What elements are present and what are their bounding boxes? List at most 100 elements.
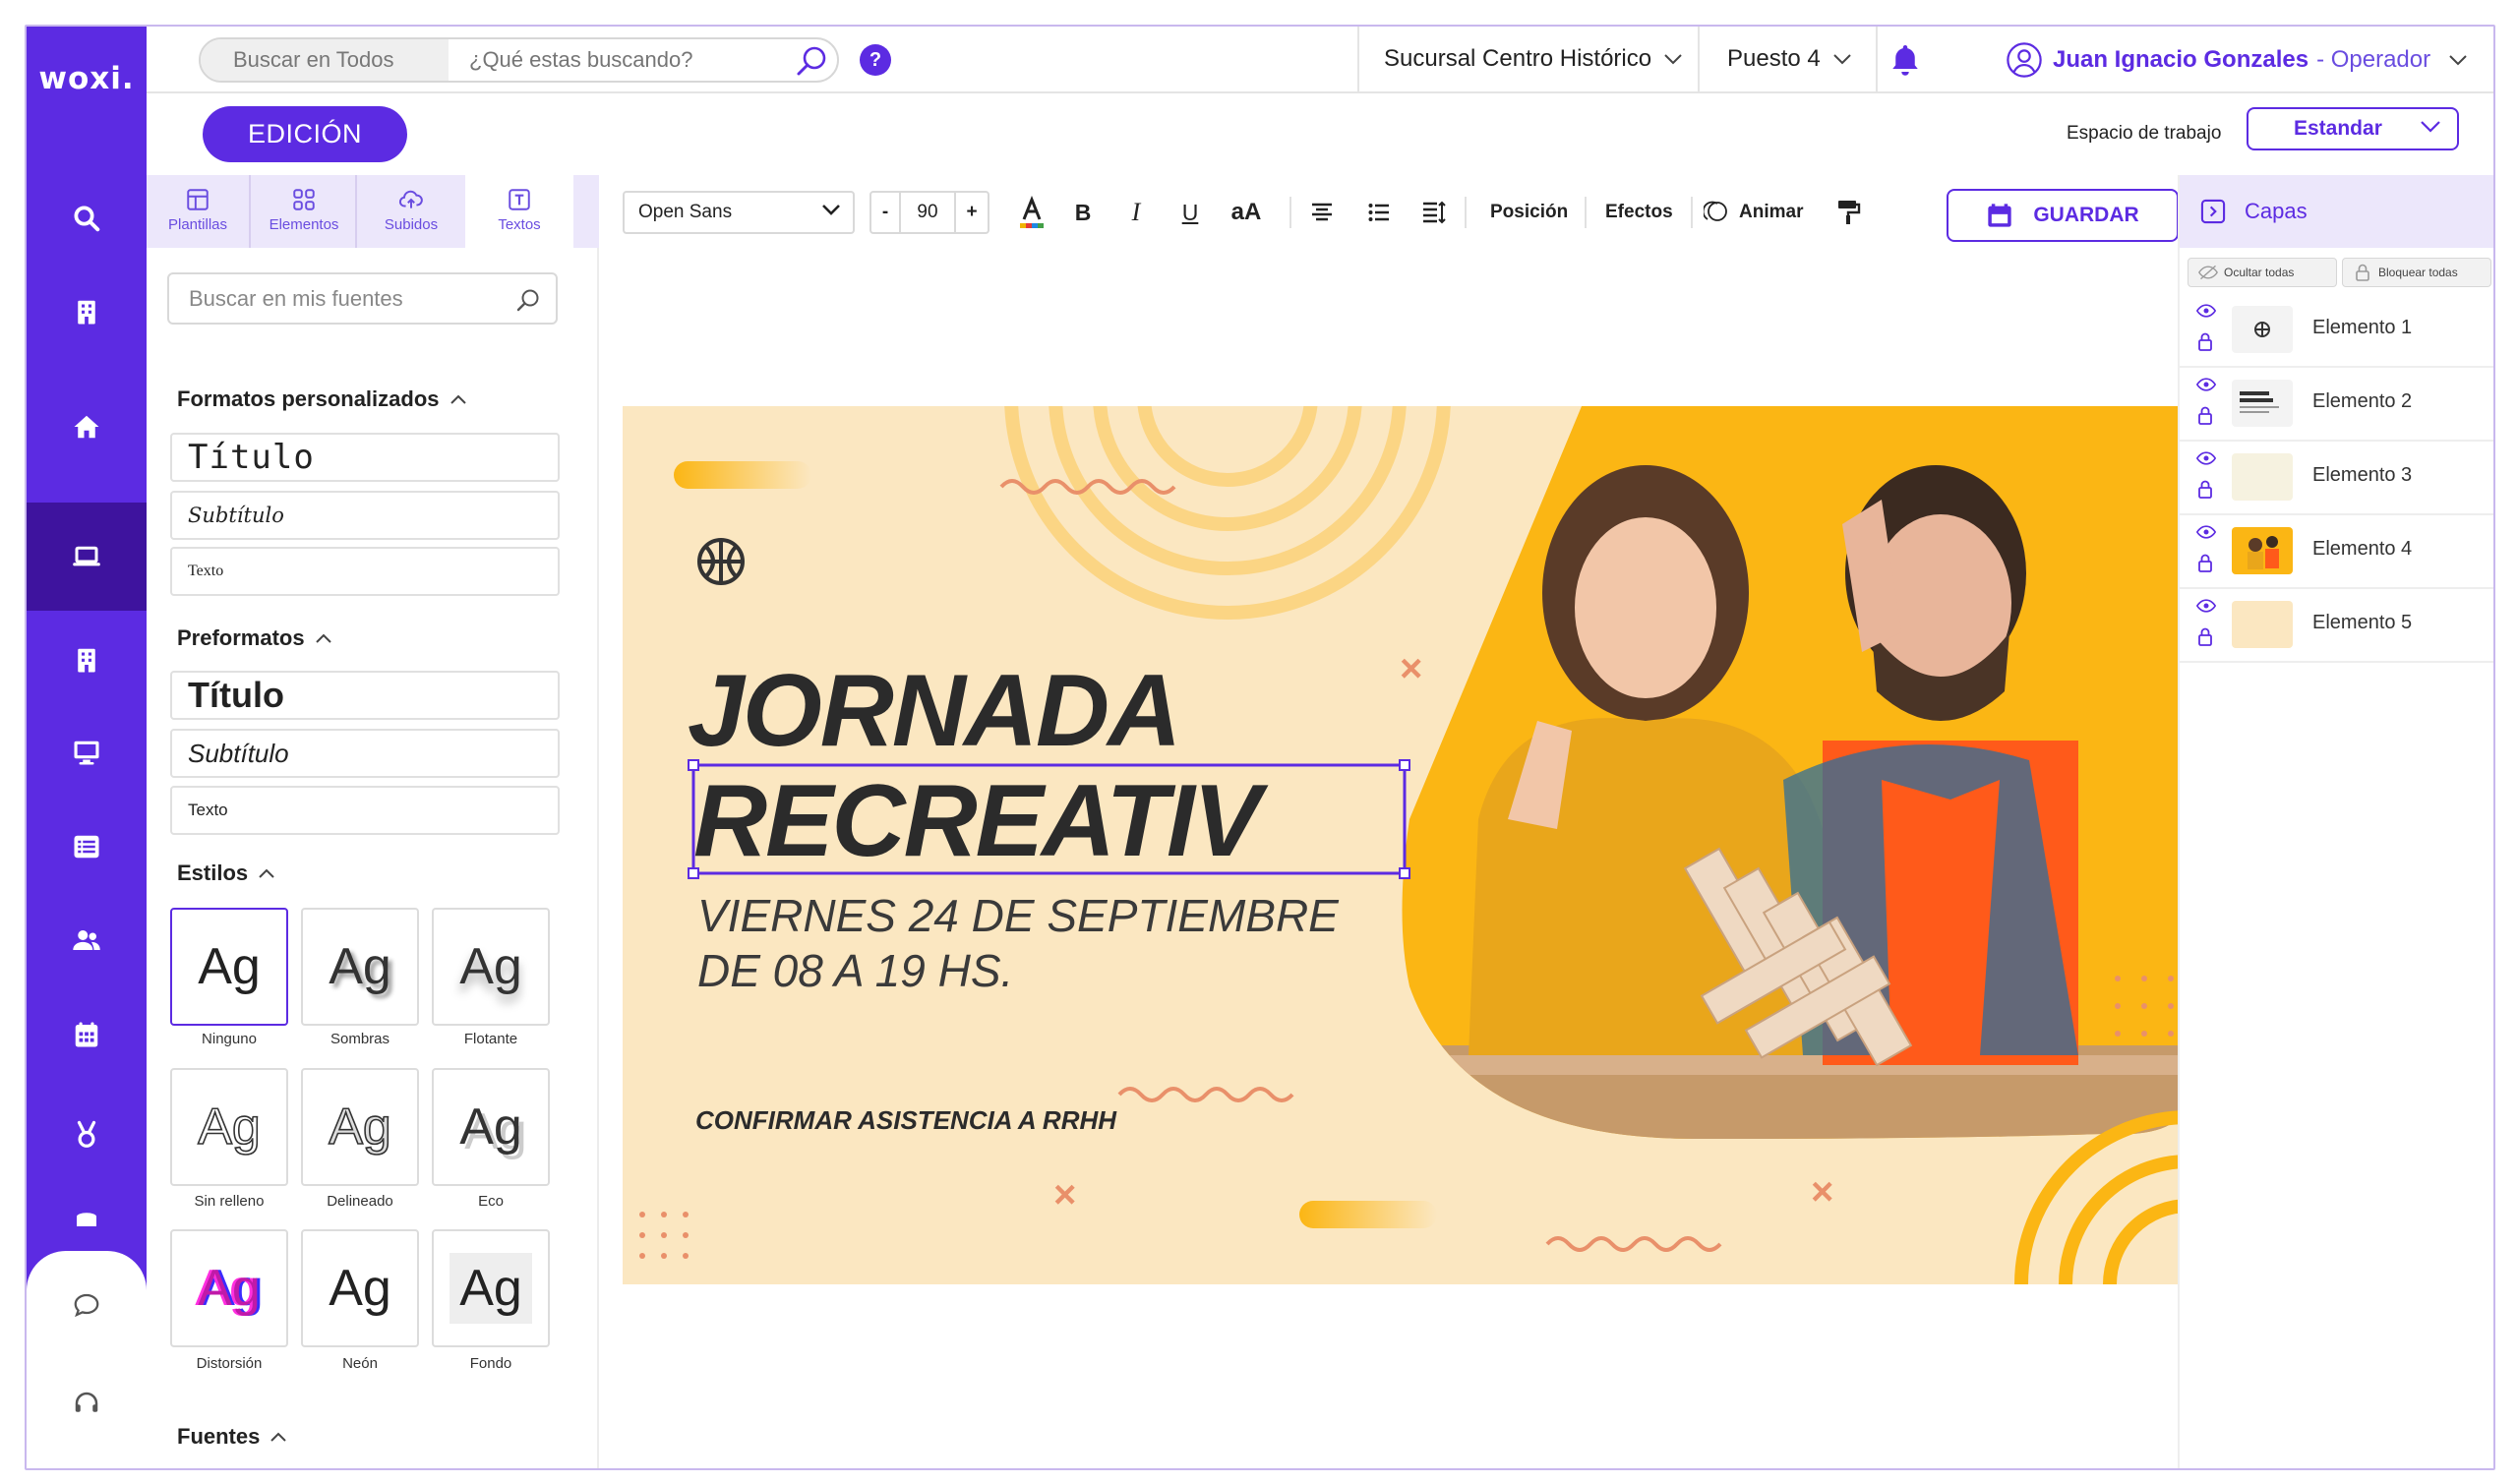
preformats-header[interactable]: Preformatos [177, 625, 332, 651]
style-sample: Ag [329, 1260, 391, 1317]
custom-formats-header[interactable]: Formatos personalizados [177, 386, 467, 412]
nav-calendar[interactable] [27, 980, 147, 1089]
style-sample: Ag [328, 1098, 391, 1157]
font-search-input[interactable]: Buscar en mis fuentes [167, 272, 558, 325]
font-size-increase[interactable]: + [956, 193, 988, 232]
medal-icon [77, 1120, 96, 1148]
lock-all-button[interactable]: Bloquear todas [2342, 258, 2491, 287]
hide-all-button[interactable]: Ocultar todas [2188, 258, 2337, 287]
calendar-icon [75, 1022, 98, 1047]
style-distortion[interactable]: Ag [170, 1229, 288, 1347]
chevron-down-icon [1833, 54, 1851, 65]
style-shadow[interactable]: Ag [301, 908, 419, 1026]
workspace-select[interactable]: Estandar [2247, 107, 2459, 150]
underline-button[interactable]: U [1175, 191, 1205, 234]
custom-subtitle-format[interactable]: Subtítulo [170, 491, 560, 540]
layers-header[interactable]: Capas [2180, 175, 2493, 248]
style-background[interactable]: Ag [432, 1229, 550, 1347]
layer-row[interactable]: Elemento 5 [2180, 589, 2493, 663]
style-neon[interactable]: Ag [301, 1229, 419, 1347]
lock-icon[interactable] [2197, 405, 2213, 425]
tab-texts[interactable]: Textos [465, 175, 573, 248]
pre-subtitle-format[interactable]: Subtítulo [170, 729, 560, 778]
nav-lists[interactable] [27, 793, 147, 901]
list-button[interactable] [1364, 191, 1394, 234]
search-scope-select[interactable]: Buscar en Todos [201, 39, 449, 81]
italic-button[interactable]: I [1121, 191, 1151, 234]
tab-templates[interactable]: Plantillas [147, 175, 251, 248]
pre-title-format[interactable]: Título [170, 671, 560, 720]
nav-screens[interactable] [27, 698, 147, 806]
layer-row[interactable]: Elemento 4 [2180, 515, 2493, 589]
lock-icon[interactable] [2197, 331, 2213, 351]
layer-row[interactable]: Elemento 1 [2180, 294, 2493, 368]
design-canvas[interactable]: × × × JORNADA RECREATIV VIERNES 24 DE SE… [623, 406, 2188, 1284]
panel-collapse-icon [2200, 199, 2226, 224]
fonts-header[interactable]: Fuentes [177, 1424, 287, 1450]
tab-uploads[interactable]: Subidos [359, 175, 463, 248]
nav-home[interactable] [27, 373, 147, 481]
building-icon [78, 300, 95, 325]
post-select[interactable]: Puesto 4 [1698, 27, 1876, 91]
search-icon [74, 206, 100, 232]
style-no-fill[interactable]: Ag [170, 1068, 288, 1186]
eye-icon[interactable] [2196, 599, 2216, 613]
custom-text-format[interactable]: Texto [170, 547, 560, 596]
nav-company[interactable] [27, 258, 147, 366]
font-size-decrease[interactable]: - [871, 193, 901, 232]
custom-title-format[interactable]: Título [170, 433, 560, 482]
pre-text-format[interactable]: Texto [170, 786, 560, 835]
nav-awards[interactable] [27, 1081, 147, 1189]
font-size-value[interactable]: 90 [901, 193, 956, 232]
style-float[interactable]: Ag [432, 908, 550, 1026]
align-center-button[interactable] [1307, 191, 1337, 234]
eye-icon[interactable] [2196, 378, 2216, 391]
text-color-button[interactable] [1014, 191, 1049, 234]
style-outline[interactable]: Ag [301, 1068, 419, 1186]
lock-icon[interactable] [2197, 553, 2213, 572]
canvas-title-line2[interactable]: RECREATIV [693, 770, 1261, 872]
nav-editor[interactable] [27, 503, 147, 611]
styles-header[interactable]: Estilos [177, 861, 275, 886]
preformats-title: Preformatos [177, 625, 305, 650]
search-button[interactable] [793, 44, 832, 78]
chat-button[interactable] [27, 1261, 147, 1349]
layer-row[interactable]: Elemento 2 [2180, 368, 2493, 442]
style-label: Flotante [463, 1031, 518, 1047]
tab-elements[interactable]: Elementos [253, 175, 357, 248]
layer-name: Elemento 3 [2312, 464, 2413, 486]
branch-select[interactable]: Sucursal Centro Histórico [1357, 27, 1698, 91]
nav-users[interactable] [27, 886, 147, 994]
canvas-rsvp-text[interactable]: CONFIRMAR ASISTENCIA A RRHH [695, 1105, 1116, 1136]
eye-icon[interactable] [2196, 451, 2216, 465]
canvas-title-line1[interactable]: JORNADA [688, 660, 1181, 762]
search-input[interactable] [452, 39, 792, 81]
user-menu[interactable]: Juan Ignacio Gonzales - Operador [2006, 40, 2468, 80]
edit-mode-button[interactable]: EDICIÓN [203, 106, 407, 162]
lock-icon[interactable] [2197, 626, 2213, 646]
bell-icon[interactable] [1888, 41, 1923, 79]
save-button[interactable]: GUARDAR [1947, 189, 2179, 242]
brand-logo[interactable]: woxi. [27, 61, 147, 96]
eye-icon[interactable] [2196, 525, 2216, 539]
effects-button[interactable]: Efectos [1605, 191, 1673, 234]
header-divider [1876, 27, 1878, 91]
style-none[interactable]: Ag [170, 908, 288, 1026]
format-painter-button[interactable] [1834, 191, 1864, 234]
lock-icon[interactable] [2197, 479, 2213, 499]
tab-label: Plantillas [167, 216, 228, 233]
font-family-select[interactable]: Open Sans [623, 191, 855, 234]
animate-button[interactable]: Animar [1704, 191, 1812, 234]
help-icon[interactable]: ? [860, 44, 891, 76]
line-height-button[interactable] [1419, 191, 1449, 234]
position-button[interactable]: Posición [1490, 191, 1568, 234]
text-case-button[interactable]: aA [1225, 191, 1268, 234]
eye-icon[interactable] [2196, 304, 2216, 318]
layer-row[interactable]: Elemento 3 [2180, 442, 2493, 515]
bold-button[interactable]: B [1068, 191, 1098, 234]
canvas-date-line2[interactable]: DE 08 A 19 HS. [697, 948, 1013, 993]
canvas-date-line1[interactable]: VIERNES 24 DE SEPTIEMBRE [697, 893, 1339, 938]
style-echo[interactable]: Ag [432, 1068, 550, 1186]
support-button[interactable] [27, 1359, 147, 1448]
nav-search[interactable] [27, 164, 147, 272]
